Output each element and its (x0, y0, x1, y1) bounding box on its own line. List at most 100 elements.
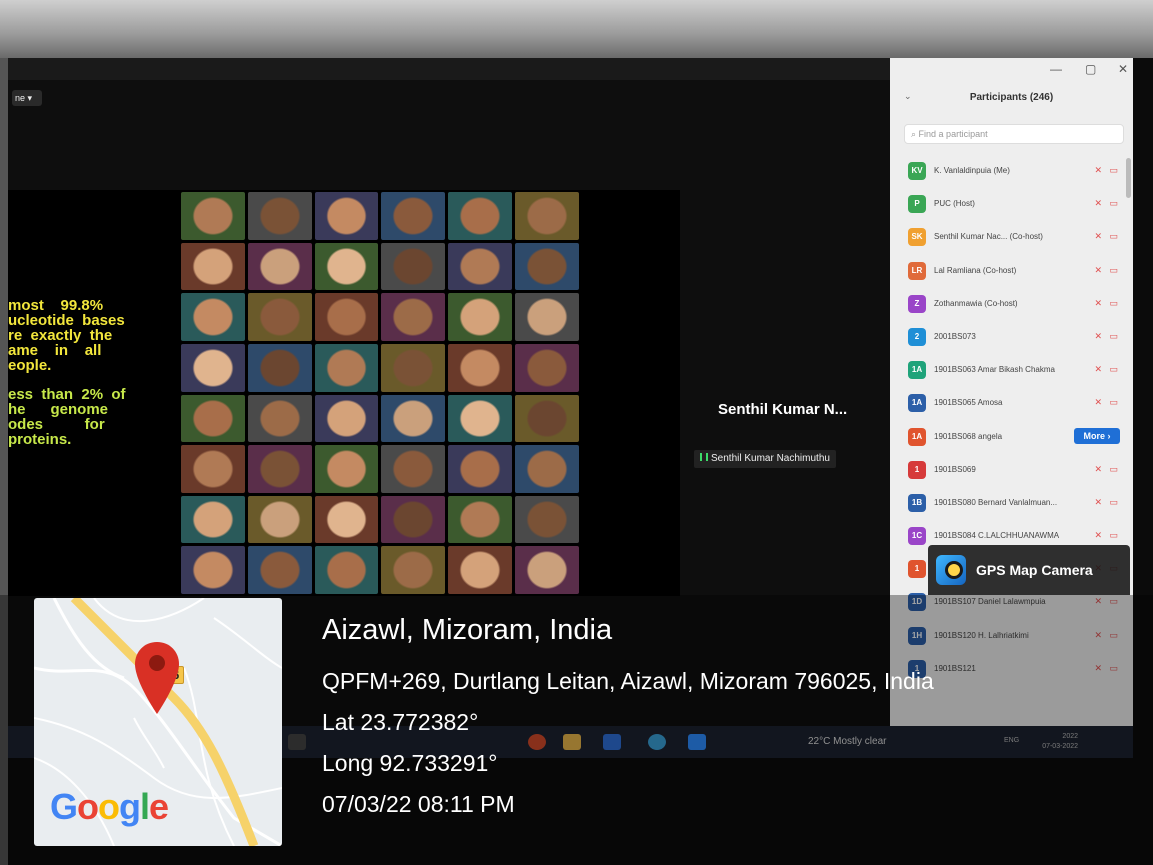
video-off-icon[interactable]: ▭ (1109, 464, 1118, 475)
participant-avatar: Z (908, 294, 926, 313)
participant-name: 1901BS065 Amosa (934, 398, 1003, 408)
participant-row[interactable]: 1A 1901BS068 angela More › (904, 422, 1126, 455)
face-photo (314, 495, 379, 544)
mic-muted-icon[interactable]: ✕ (1094, 165, 1102, 176)
video-off-icon[interactable]: ▭ (1109, 364, 1118, 375)
participant-name: Zothanmawia (Co-host) (934, 298, 1018, 308)
face-photo (247, 293, 312, 341)
search-participant-input[interactable]: ⌕ Find a participant (904, 124, 1124, 144)
participant-row[interactable]: LR Lal Ramliana (Co-host) ✕ ▭ (904, 256, 1126, 289)
face-photo (448, 242, 513, 291)
face-photo (247, 343, 312, 392)
mic-muted-icon[interactable]: ✕ (1094, 298, 1102, 309)
gps-address: QPFM+269, Durtlang Leitan, Aizawl, Mizor… (322, 668, 934, 694)
video-off-icon[interactable]: ▭ (1109, 198, 1118, 209)
slide-line: he genome (8, 401, 109, 418)
gps-app-name: GPS Map Camera (976, 562, 1093, 578)
participant-row[interactable]: KV K. Vanlaldinpuia (Me) ✕ ▭ (904, 156, 1126, 189)
view-options-button[interactable]: ne ▾ (12, 90, 42, 106)
faces-collage (181, 192, 579, 594)
face-photo (381, 343, 446, 392)
participant-name: K. Vanlaldinpuia (Me) (934, 166, 1010, 175)
face-photo (448, 445, 513, 493)
video-off-icon[interactable]: ▭ (1109, 231, 1118, 242)
participant-avatar: 1 (908, 560, 926, 579)
video-off-icon[interactable]: ▭ (1109, 165, 1118, 176)
participant-row[interactable]: 2 2001BS073 ✕ ▭ (904, 322, 1126, 355)
face-photo (515, 445, 579, 493)
background-wall (0, 0, 1153, 58)
video-off-icon[interactable]: ▭ (1109, 497, 1118, 508)
face-photo (381, 293, 446, 341)
mic-muted-icon[interactable]: ✕ (1094, 530, 1102, 541)
face-photo (247, 546, 312, 594)
face-photo (314, 546, 379, 594)
face-photo (247, 394, 312, 443)
minimize-icon[interactable]: — (1050, 62, 1062, 76)
slide-line: re exactly the (8, 327, 113, 344)
participant-avatar: 1 (908, 460, 926, 479)
participant-name: 1901BS069 (934, 464, 976, 474)
participant-row[interactable]: P PUC (Host) ✕ ▭ (904, 189, 1126, 222)
participant-row[interactable]: 1 1901BS069 ✕ ▭ (904, 455, 1126, 488)
participant-avatar: 1A (908, 427, 926, 446)
face-photo (181, 546, 245, 594)
slide-paragraph-2: ess than 2% of he genome odes for proteins. (8, 387, 168, 447)
mic-muted-icon[interactable]: ✕ (1094, 497, 1102, 508)
face-photo (448, 546, 513, 594)
signal-icon (700, 453, 708, 461)
participant-row[interactable]: SK Senthil Kumar Nac... (Co-host) ✕ ▭ (904, 222, 1126, 255)
face-photo (181, 293, 245, 341)
slide-line: ucleotide bases (8, 312, 125, 329)
face-photo (381, 242, 446, 291)
face-photo (515, 546, 579, 594)
search-icon: ⌕ (911, 129, 919, 139)
participant-name: 1901BS084 C.LALCHHUANAWMA (934, 531, 1060, 541)
face-photo (515, 192, 579, 240)
maximize-icon[interactable]: ▢ (1085, 62, 1096, 76)
face-photo (381, 495, 446, 544)
face-photo (247, 242, 312, 291)
video-off-icon[interactable]: ▭ (1109, 331, 1118, 342)
participant-name: PUC (Host) (934, 199, 975, 209)
participant-row[interactable]: 1A 1901BS063 Amar Bikash Chakma ✕ ▭ (904, 355, 1126, 388)
face-photo (381, 192, 446, 240)
mic-muted-icon[interactable]: ✕ (1094, 331, 1102, 342)
close-icon[interactable]: ✕ (1118, 62, 1128, 76)
face-photo (247, 445, 312, 493)
participant-row[interactable]: Z Zothanmawia (Co-host) ✕ ▭ (904, 289, 1126, 322)
gps-city: Aizawl, Mizoram, India (322, 614, 613, 646)
slide-line: eople. (8, 357, 52, 374)
slide-paragraph-1: most 99.8% ucleotide bases re exactly the a… (8, 298, 168, 373)
face-photo (314, 242, 379, 291)
zoom-top-bar (8, 58, 890, 80)
video-off-icon[interactable]: ▭ (1109, 298, 1118, 309)
participant-name: 2001BS073 (934, 331, 976, 341)
mic-muted-icon[interactable]: ✕ (1094, 397, 1102, 408)
mic-muted-icon[interactable]: ✕ (1094, 464, 1102, 475)
video-off-icon[interactable]: ▭ (1109, 397, 1118, 408)
gps-latitude: Lat 23.772382° (322, 709, 479, 735)
participant-row[interactable]: 1B 1901BS080 Bernard Vanlalmuan... ✕ ▭ (904, 488, 1126, 521)
mic-muted-icon[interactable]: ✕ (1094, 198, 1102, 209)
mic-muted-icon[interactable]: ✕ (1094, 231, 1102, 242)
mic-muted-icon[interactable]: ✕ (1094, 265, 1102, 276)
gps-longitude: Long 92.733291° (322, 750, 498, 776)
more-button[interactable]: More › (1074, 427, 1120, 444)
video-off-icon[interactable]: ▭ (1109, 265, 1118, 276)
slide-line: odes for (8, 416, 105, 433)
face-photo (448, 192, 513, 240)
mic-muted-icon[interactable]: ✕ (1094, 364, 1102, 375)
participant-scrollbar[interactable] (1126, 158, 1131, 198)
speaker-name-label: Senthil Kumar Nachimuthu (694, 450, 836, 468)
participant-avatar: 1A (908, 361, 926, 380)
video-off-icon[interactable]: ▭ (1109, 530, 1118, 541)
slide-text: most 99.8% ucleotide bases re exactly the a… (8, 298, 168, 461)
face-photo (515, 293, 579, 341)
google-logo: Google (50, 786, 169, 827)
slide-line: ame in all (8, 342, 102, 359)
face-photo (181, 192, 245, 240)
participant-name: 1901BS063 Amar Bikash Chakma (934, 365, 1055, 375)
face-photo (381, 445, 446, 493)
participant-row[interactable]: 1A 1901BS065 Amosa ✕ ▭ (904, 388, 1126, 421)
